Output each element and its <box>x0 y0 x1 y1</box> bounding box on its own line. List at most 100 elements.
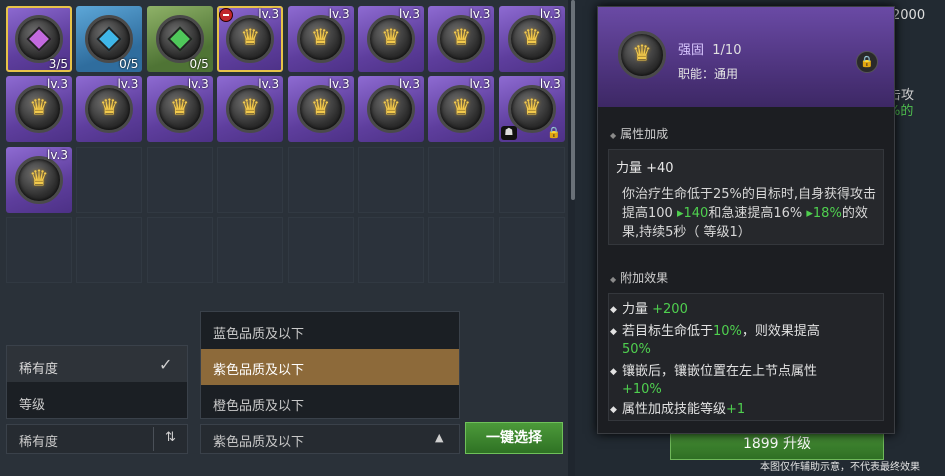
sort-option-level[interactable]: 等级 <box>19 394 45 413</box>
gem-slot[interactable]: ♛ lv.3 <box>146 76 213 143</box>
gem-slot[interactable]: 0/5 <box>76 6 143 72</box>
gem-level: lv.3 <box>469 77 491 92</box>
item-name: 强固 1/10 <box>678 43 742 58</box>
gem-icon: ♛ <box>367 15 415 63</box>
quality-option-purple[interactable]: 紫色品质及以下 <box>213 359 304 378</box>
gem-slot[interactable]: ♛ lv.3 <box>428 76 495 143</box>
gem-icon: ♛ <box>618 31 666 79</box>
jewel-icon <box>26 26 52 52</box>
crown-icon: ♛ <box>381 95 401 121</box>
crown-icon: ♛ <box>310 25 331 51</box>
empty-slot <box>217 217 284 284</box>
gem-level: lv.3 <box>258 77 280 92</box>
one-click-select-button[interactable]: 一键选择 <box>465 422 563 454</box>
quality-option-orange[interactable]: 橙色品质及以下 <box>213 395 304 414</box>
gem-level: lv.3 <box>539 77 561 92</box>
gem-level: lv.3 <box>328 7 350 21</box>
extra-effect-4: ◆ 属性加成技能等级+1 <box>610 402 746 417</box>
sort-option-rarity[interactable]: 稀有度 <box>19 358 58 377</box>
gem-slot[interactable]: ♛ lv.3 <box>217 6 284 72</box>
equipped-icon: ☗ <box>500 126 517 141</box>
gem-slot[interactable]: 0/5 <box>146 6 213 72</box>
crown-icon: ♛ <box>521 25 542 51</box>
gem-level: lv.3 <box>47 77 68 92</box>
gem-count: 0/5 <box>189 57 209 71</box>
extra-section-title: 附加效果 <box>610 269 668 286</box>
empty-slot <box>6 217 72 284</box>
gem-icon: ♛ <box>226 15 275 63</box>
gem-slot[interactable]: ♛ lv.3 <box>358 76 424 143</box>
item-role: 职能：通用 <box>678 67 739 81</box>
quality-select[interactable]: 紫色品质及以下 ▲ <box>200 424 460 454</box>
gem-slot[interactable]: ♛ lv.3 <box>358 6 424 72</box>
gem-icon: ♛ <box>367 85 415 134</box>
crown-icon: ♛ <box>240 95 261 121</box>
gem-level: lv.3 <box>469 7 491 21</box>
quality-dropdown-menu: 蓝色品质及以下 紫色品质及以下 橙色品质及以下 <box>200 311 460 419</box>
gem-count: 3/5 <box>48 57 68 71</box>
sort-order-icon[interactable]: ⇅ <box>165 430 176 445</box>
crown-icon: ♛ <box>29 166 49 192</box>
crown-icon: ♛ <box>99 95 120 121</box>
inventory-scrollbar[interactable] <box>571 0 575 200</box>
sort-dropdown-menu: 稀有度 ✓ 等级 <box>6 345 188 419</box>
sort-select-value: 稀有度 <box>19 435 59 450</box>
gem-slot[interactable]: ♛ lv.3 <box>498 6 565 72</box>
lock-icon[interactable]: 🔒 <box>856 51 878 73</box>
crown-icon: ♛ <box>310 95 331 121</box>
gem-level: lv.3 <box>258 7 280 21</box>
gem-slot[interactable]: ♛ lv.3 <box>287 6 354 72</box>
quality-option-blue[interactable]: 蓝色品质及以下 <box>213 323 304 342</box>
empty-slot <box>498 217 565 284</box>
gem-count: 0/5 <box>119 57 139 71</box>
crown-icon: ♛ <box>451 95 472 121</box>
empty-slot <box>428 146 495 213</box>
crown-icon: ♛ <box>29 95 49 121</box>
empty-slot <box>217 146 284 213</box>
empty-slot <box>146 217 213 284</box>
extra-effect-1: ◆ 力量 +200 <box>610 302 688 317</box>
empty-slot <box>146 146 213 213</box>
gem-slot[interactable]: ♛ lv.3 <box>287 76 354 143</box>
gem-icon: ♛ <box>15 85 63 134</box>
gem-icon: ♛ <box>437 15 486 63</box>
item-tooltip: ♛ 强固 1/10 职能：通用 🔒 属性加成 力量 +40 你治疗生命低于25%… <box>597 6 895 434</box>
footnote: 本图仅作辅助示意，不代表最终效果 <box>760 462 920 473</box>
gem-icon <box>15 15 63 63</box>
empty-slot <box>498 146 565 213</box>
gem-slot[interactable]: ♛ lv.3 🔒 ☗ <box>498 76 565 143</box>
sort-select[interactable]: 稀有度 ⇅ <box>6 424 188 454</box>
remove-icon[interactable] <box>219 8 234 22</box>
gem-level: lv.3 <box>539 7 561 21</box>
gem-slot[interactable]: ♛ lv.3 <box>76 76 143 143</box>
empty-slot <box>358 146 424 213</box>
gem-icon: ♛ <box>226 85 275 134</box>
gem-level: lv.3 <box>187 77 209 92</box>
currency-value: 2000 <box>892 8 926 23</box>
jewel-icon <box>96 26 123 52</box>
gem-icon: ♛ <box>155 85 204 134</box>
crown-icon: ♛ <box>381 25 401 51</box>
gem-icon: ♛ <box>437 85 486 134</box>
attr-section-title: 属性加成 <box>610 125 668 142</box>
gem-slot[interactable]: ♛ lv.3 <box>217 76 284 143</box>
gem-icon: ♛ <box>507 15 556 63</box>
empty-slot <box>76 217 143 284</box>
attr-description: 你治疗生命低于25%的目标时,自身获得攻击提高100 ▸140和急速提高16% … <box>622 187 877 240</box>
gem-icon <box>155 15 204 63</box>
gem-icon <box>85 15 134 63</box>
gem-slot[interactable]: ♛ lv.3 <box>6 76 72 143</box>
gem-icon: ♛ <box>296 85 345 134</box>
lock-icon: 🔒 <box>547 126 561 140</box>
gem-level: lv.3 <box>117 77 139 92</box>
crown-icon: ♛ <box>521 95 542 121</box>
gem-slot[interactable]: ♛ lv.3 <box>428 6 495 72</box>
tooltip-header: ♛ 强固 1/10 职能：通用 🔒 <box>598 7 894 107</box>
gem-level: lv.3 <box>399 77 420 92</box>
check-icon: ✓ <box>159 355 173 374</box>
crown-icon: ♛ <box>169 95 190 121</box>
empty-slot <box>287 146 354 213</box>
empty-slot <box>428 217 495 284</box>
gem-slot[interactable]: ♛ lv.3 <box>6 146 72 213</box>
gem-slot[interactable]: 3/5 <box>6 6 72 72</box>
